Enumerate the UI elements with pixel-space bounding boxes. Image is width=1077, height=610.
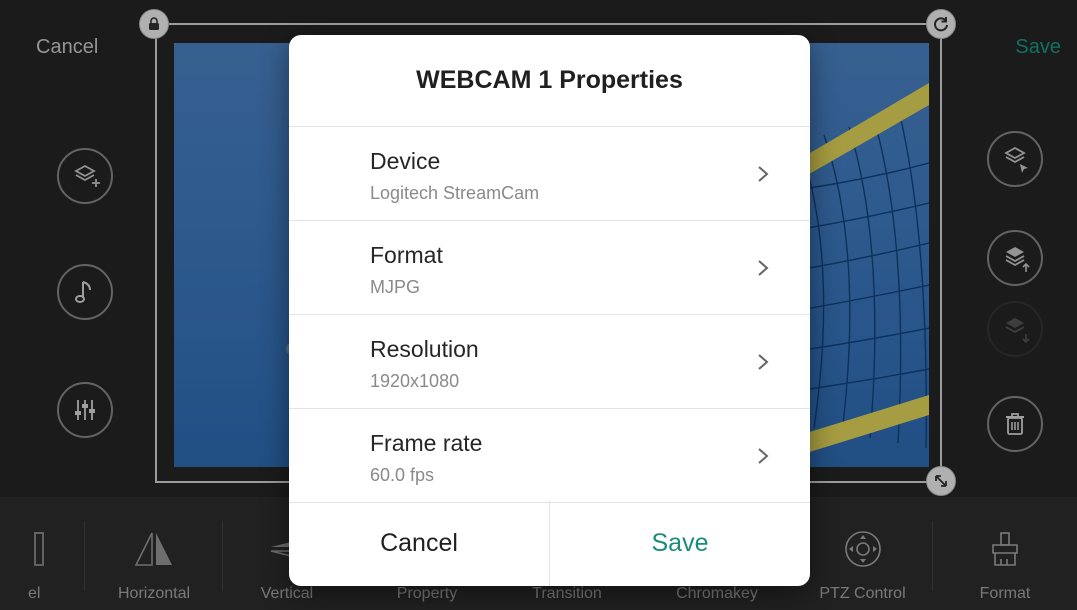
row-frame-rate[interactable]: Frame rate 60.0 fps [289, 409, 810, 503]
dialog-title: WEBCAM 1 Properties [289, 35, 810, 127]
row-format[interactable]: Format MJPG [289, 221, 810, 315]
chevron-right-icon [758, 448, 769, 464]
chevron-right-icon [758, 166, 769, 182]
chevron-right-icon [758, 354, 769, 370]
row-device[interactable]: Device Logitech StreamCam [289, 127, 810, 221]
chevron-right-icon [758, 260, 769, 276]
row-value: Logitech StreamCam [370, 183, 540, 203]
app-window: Cancel Save el Horizontal Vertical Prope… [0, 0, 1077, 610]
dialog-actions: Cancel Save [289, 501, 810, 586]
row-value: 1920x1080 [370, 371, 460, 391]
row-label: Format [370, 242, 443, 268]
row-value: MJPG [370, 277, 421, 297]
dialog-cancel-button[interactable]: Cancel [289, 501, 550, 586]
row-label: Resolution [370, 336, 479, 362]
row-label: Frame rate [370, 430, 483, 456]
dialog-save-button[interactable]: Save [550, 501, 810, 586]
properties-dialog: WEBCAM 1 Properties Device Logitech Stre… [289, 35, 810, 586]
row-resolution[interactable]: Resolution 1920x1080 [289, 315, 810, 409]
row-value: 60.0 fps [370, 465, 435, 485]
row-label: Device [370, 148, 441, 174]
